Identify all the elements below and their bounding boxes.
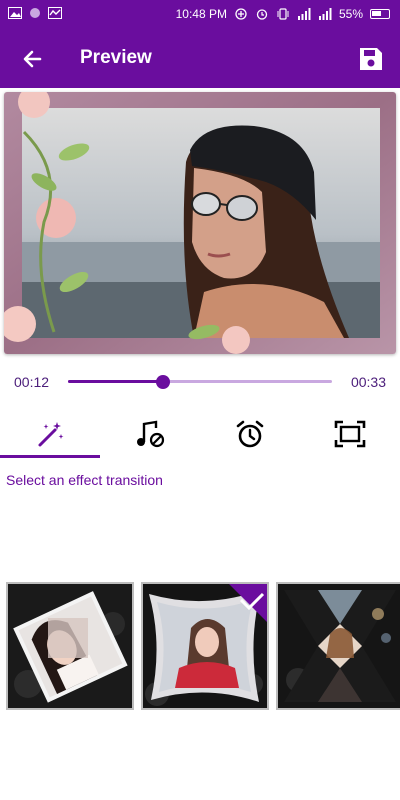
tab-duration[interactable] — [200, 410, 300, 458]
alarm-icon — [256, 9, 268, 20]
arrow-left-icon[interactable] — [18, 44, 48, 74]
transition-thumbnail — [8, 584, 132, 708]
video-preview[interactable] — [4, 92, 396, 354]
transition-item-selected[interactable] — [141, 582, 269, 710]
vibrate-icon — [277, 8, 289, 20]
transition-thumbnail — [143, 584, 267, 708]
transition-item[interactable] — [6, 582, 134, 710]
tab-music[interactable] — [100, 410, 200, 458]
transition-item[interactable] — [276, 582, 400, 710]
magic-wand-icon — [38, 422, 64, 447]
music-off-icon — [137, 420, 165, 448]
transition-list — [0, 582, 400, 712]
activity-icon — [48, 7, 62, 19]
app-root: 10:48 PM 55% Preview 00:12 00:33 Select … — [0, 0, 400, 800]
app-bar: Preview — [0, 30, 400, 88]
save-icon[interactable] — [356, 44, 386, 74]
frame-icon — [334, 420, 366, 448]
battery-percent: 55% — [338, 7, 363, 21]
tab-frame[interactable] — [300, 410, 400, 458]
status-time: 10:48 PM — [175, 7, 227, 21]
alarm-clock-icon — [236, 420, 264, 448]
circle-icon — [30, 8, 40, 18]
current-time: 00:12 — [14, 374, 50, 390]
page-title: Preview — [80, 47, 152, 68]
tab-effect[interactable] — [0, 410, 100, 458]
seek-progress — [68, 380, 164, 383]
seek-thumb[interactable] — [156, 375, 171, 389]
total-time: 00:33 — [350, 374, 386, 390]
signal-icon — [318, 8, 332, 20]
data-saver-icon — [235, 8, 247, 20]
transition-thumbnail — [278, 584, 400, 708]
gallery-icon — [8, 7, 22, 19]
status-bar: 10:48 PM 55% — [0, 0, 400, 30]
preview-image — [4, 92, 396, 354]
tab-indicator — [0, 455, 100, 458]
option-tabs — [0, 410, 400, 460]
battery-icon — [370, 9, 390, 19]
seek-bar[interactable] — [68, 375, 332, 389]
effect-hint: Select an effect transition — [6, 472, 163, 488]
signal-icon — [297, 8, 311, 20]
